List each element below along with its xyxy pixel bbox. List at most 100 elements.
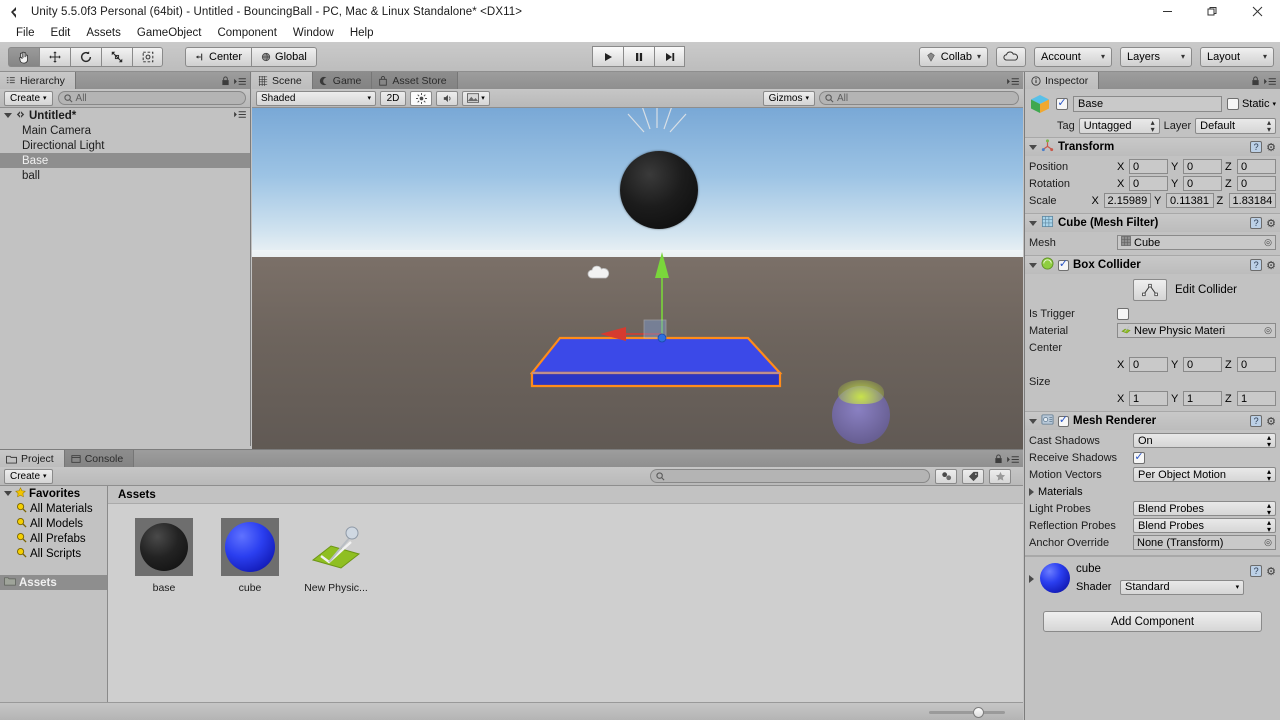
panel-menu-icon[interactable] [1264, 77, 1276, 89]
mesh-renderer-header[interactable]: Mesh Renderer ? ⚙ [1025, 412, 1280, 430]
account-button[interactable]: Account ▾ [1034, 46, 1112, 67]
hierarchy-create-button[interactable]: Create ▾ [4, 90, 53, 106]
box-collider-header[interactable]: Box Collider ? ⚙ [1025, 256, 1280, 274]
toggle-2d-button[interactable]: 2D [380, 90, 406, 106]
static-toggle[interactable]: Static ▾ [1226, 98, 1276, 110]
layers-button[interactable]: Layers ▾ [1120, 46, 1192, 67]
panel-menu-icon[interactable] [234, 77, 246, 89]
chevron-down-icon[interactable] [4, 113, 12, 118]
menu-gameobject[interactable]: GameObject [129, 25, 210, 41]
hand-tool-button[interactable] [8, 46, 39, 67]
toggle-lighting-button[interactable] [410, 90, 432, 106]
menu-window[interactable]: Window [285, 25, 342, 41]
mesh-renderer-enabled-checkbox[interactable] [1058, 415, 1069, 427]
help-icon[interactable]: ? [1250, 565, 1263, 577]
draw-mode-dropdown[interactable]: Shaded ▾ [256, 90, 376, 106]
slider-knob[interactable] [973, 706, 984, 718]
lock-icon[interactable] [994, 454, 1003, 467]
hierarchy-search-input[interactable]: All [57, 91, 246, 105]
motion-vectors-dropdown[interactable]: Per Object Motion ▴ ▾ [1133, 467, 1276, 482]
tree-item-all-models[interactable]: All Models [0, 516, 107, 531]
center-y-field[interactable]: 0 [1183, 357, 1222, 372]
size-z-field[interactable]: 1 [1237, 391, 1276, 406]
collab-button[interactable]: Collab ▾ [918, 46, 988, 67]
gear-icon[interactable]: ⚙ [1266, 217, 1276, 230]
static-checkbox[interactable] [1226, 98, 1239, 110]
layer-dropdown[interactable]: Default ▴ ▾ [1195, 118, 1276, 134]
scene-search-input[interactable]: All [819, 91, 1019, 105]
hierarchy-item-base[interactable]: Base [0, 153, 250, 168]
chevron-down-icon[interactable]: ▾ [1272, 100, 1276, 108]
menu-help[interactable]: Help [342, 25, 382, 41]
rotation-z-field[interactable]: 0 [1237, 176, 1276, 191]
position-x-field[interactable]: 0 [1129, 159, 1168, 174]
edit-collider-button[interactable] [1133, 279, 1167, 301]
center-x-field[interactable]: 0 [1129, 357, 1168, 372]
help-icon[interactable]: ? [1250, 217, 1263, 229]
favorite-filter-button[interactable] [989, 468, 1011, 484]
gear-icon[interactable]: ⚙ [1266, 565, 1276, 578]
mesh-object-field[interactable]: Cube ◎ [1117, 235, 1276, 250]
project-create-button[interactable]: Create ▾ [4, 468, 53, 484]
tag-dropdown[interactable]: Untagged ▴ ▾ [1078, 118, 1160, 134]
hierarchy-item-main-camera[interactable]: Main Camera [0, 123, 250, 138]
move-gizmo[interactable] [582, 234, 702, 344]
asset-zoom-slider[interactable] [929, 706, 1005, 718]
pivot-mode-button[interactable]: Center [185, 46, 252, 67]
size-y-field[interactable]: 1 [1183, 391, 1222, 406]
hierarchy-item-ball[interactable]: ball [0, 168, 250, 183]
minimize-button[interactable] [1145, 0, 1190, 23]
collider-material-field[interactable]: New Physic Materi ◎ [1117, 323, 1276, 338]
box-collider-enabled-checkbox[interactable] [1058, 259, 1069, 271]
tab-asset-store[interactable]: Asset Store [372, 72, 458, 89]
panel-menu-icon[interactable] [1007, 77, 1019, 89]
size-x-field[interactable]: 1 [1129, 391, 1168, 406]
pause-button[interactable] [623, 46, 654, 67]
tab-project[interactable]: Project [0, 450, 65, 467]
gameobject-enabled-checkbox[interactable] [1056, 98, 1068, 110]
asset-item-base[interactable]: base [128, 518, 200, 594]
scene-viewport[interactable]: y x Front [252, 108, 1023, 463]
toggle-audio-button[interactable] [436, 90, 458, 106]
scale-z-field[interactable]: 1.83184 [1228, 193, 1277, 208]
play-button[interactable] [592, 46, 623, 67]
asset-item-cube[interactable]: cube [214, 518, 286, 594]
help-icon[interactable]: ? [1250, 141, 1263, 153]
scale-tool-button[interactable] [101, 46, 132, 67]
filter-by-label-button[interactable] [962, 468, 984, 484]
hierarchy-item-directional-light[interactable]: Directional Light [0, 138, 250, 153]
object-picker-icon[interactable]: ◎ [1264, 325, 1272, 336]
tab-hierarchy[interactable]: Hierarchy [0, 72, 76, 89]
project-search-input[interactable] [650, 469, 930, 483]
transform-header[interactable]: Transform ? ⚙ [1025, 138, 1280, 156]
tab-game[interactable]: Game [312, 72, 373, 89]
receive-shadows-checkbox[interactable] [1133, 451, 1145, 464]
materials-row[interactable]: Materials [1029, 483, 1276, 500]
menu-edit[interactable]: Edit [43, 25, 79, 41]
tree-item-all-prefabs[interactable]: All Prefabs [0, 531, 107, 546]
scale-x-field[interactable]: 2.15989 [1103, 193, 1152, 208]
help-icon[interactable]: ? [1250, 415, 1263, 427]
shader-dropdown[interactable]: Standard ▾ [1120, 579, 1245, 595]
filter-by-type-button[interactable] [935, 468, 957, 484]
scene-menu-icon[interactable] [234, 110, 250, 122]
hierarchy-scene-row[interactable]: Untitled* [0, 108, 250, 123]
restore-button[interactable] [1190, 0, 1235, 23]
is-trigger-checkbox[interactable] [1117, 307, 1129, 320]
chevron-down-icon[interactable] [1029, 418, 1037, 424]
object-picker-icon[interactable]: ◎ [1264, 537, 1272, 548]
tree-item-all-scripts[interactable]: All Scripts [0, 546, 107, 561]
position-z-field[interactable]: 0 [1237, 159, 1276, 174]
tree-item-all-materials[interactable]: All Materials [0, 501, 107, 516]
object-picker-icon[interactable]: ◎ [1264, 237, 1272, 248]
rotation-y-field[interactable]: 0 [1183, 176, 1222, 191]
gear-icon[interactable]: ⚙ [1266, 259, 1276, 272]
gizmos-dropdown[interactable]: Gizmos ▾ [762, 90, 815, 106]
step-button[interactable] [654, 46, 685, 67]
help-icon[interactable]: ? [1250, 259, 1263, 271]
layout-button[interactable]: Layout ▾ [1200, 46, 1274, 67]
tab-scene[interactable]: Scene [252, 72, 313, 89]
move-tool-button[interactable] [39, 46, 70, 67]
menu-component[interactable]: Component [209, 25, 284, 41]
gear-icon[interactable]: ⚙ [1266, 141, 1276, 154]
